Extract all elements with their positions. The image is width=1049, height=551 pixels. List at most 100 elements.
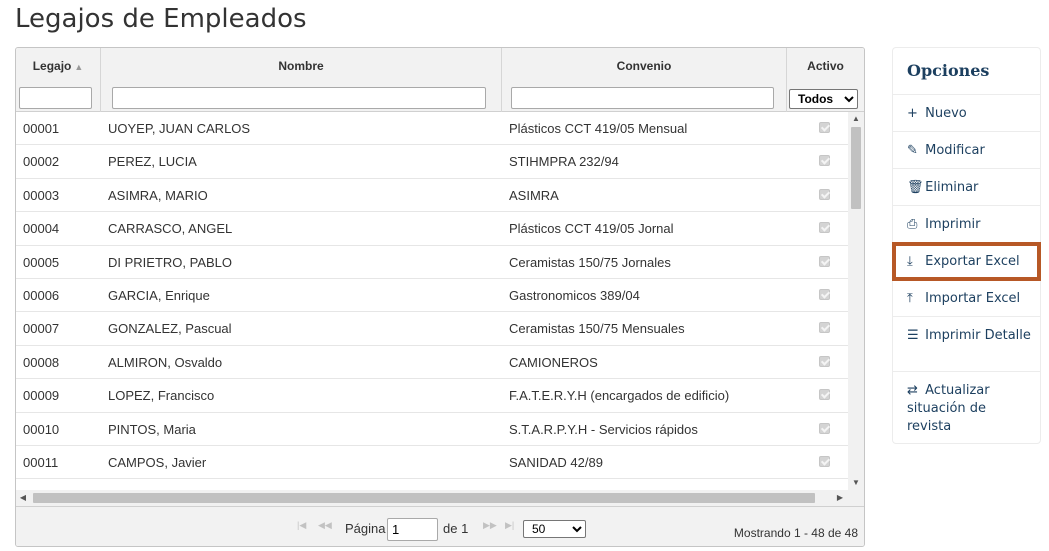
next-page-icon[interactable]: ▶▶ xyxy=(483,520,497,531)
cell-convenio: Ceramistas 150/75 Mensuales xyxy=(509,321,685,337)
table-row[interactable]: 00003 ASIMRA, MARIO ASIMRA xyxy=(16,179,848,213)
page-count-label: de 1 xyxy=(443,521,469,536)
column-activo-title: Activo xyxy=(807,59,844,73)
cell-convenio: Plásticos CCT 419/05 Jornal xyxy=(509,221,674,237)
active-checkbox xyxy=(819,355,830,367)
cell-activo xyxy=(819,222,833,234)
cell-nombre: CARRASCO, ANGEL xyxy=(108,221,233,237)
option-label: Exportar Excel xyxy=(925,254,1020,269)
table-row[interactable]: 00005 DI PRIETRO, PABLO Ceramistas 150/75 … xyxy=(16,246,848,279)
page-title: Legajos de Empleados xyxy=(15,4,307,34)
active-checkbox xyxy=(819,122,830,133)
sort-icon[interactable]: ▲ xyxy=(74,62,83,72)
table-row[interactable]: 00006 GARCIA, Enrique Gastronomicos 389/04 xyxy=(16,279,848,313)
prev-page-icon[interactable]: ◀◀ xyxy=(318,520,332,531)
option-label: Imprimir Detalle xyxy=(925,328,1031,343)
cell-legajo: 00007 xyxy=(23,321,60,337)
cell-legajo: 00006 xyxy=(23,287,60,303)
scroll-down-icon[interactable]: ▼ xyxy=(848,476,864,490)
option-eliminar[interactable]: 🗑 Eliminar xyxy=(893,169,1040,206)
records-info: Mostrando 1 - 48 de 48 xyxy=(733,526,858,540)
first-page-icon[interactable]: |◀ xyxy=(297,520,306,531)
cell-activo xyxy=(819,355,833,367)
horizontal-scrollbar[interactable]: ◀ ▶ xyxy=(16,490,864,506)
table-row[interactable]: 00007 GONZALEZ, Pascual Ceramistas 150/75 … xyxy=(16,312,848,346)
table-row[interactable]: 00008 ALMIRON, Osvaldo CAMIONEROS xyxy=(16,346,848,380)
cell-nombre: ALMIRON, Osvaldo xyxy=(108,354,223,370)
vertical-scrollbar[interactable]: ▲ ▼ xyxy=(848,112,864,490)
cell-activo xyxy=(819,188,833,200)
download-icon: ⤓ xyxy=(907,254,913,269)
option-label: Modificar xyxy=(925,143,985,158)
scroll-left-icon[interactable]: ◀ xyxy=(16,490,30,506)
scroll-up-icon[interactable]: ▲ xyxy=(848,112,864,126)
page-label: Página xyxy=(345,521,386,536)
column-nombre[interactable]: Nombre xyxy=(101,48,502,112)
scroll-right-icon[interactable]: ▶ xyxy=(833,490,847,506)
cell-convenio: STIHMPRA 232/94 xyxy=(509,154,619,170)
grid-body: 00001 UOYEP, JUAN CARLOS Plásticos CCT 419… xyxy=(16,112,848,490)
cell-activo xyxy=(819,122,833,133)
active-checkbox xyxy=(819,288,830,300)
column-legajo[interactable]: Legajo ▲ xyxy=(16,48,101,112)
option-imprimir[interactable]: ⎙ Imprimir xyxy=(893,206,1040,243)
cell-activo xyxy=(819,422,833,434)
active-checkbox xyxy=(819,389,830,401)
table-row[interactable]: 00004 CARRASCO, ANGEL Plásticos CCT 419/05… xyxy=(16,212,848,246)
cell-nombre: PEREZ, LUCIA xyxy=(108,154,197,170)
column-convenio[interactable]: Convenio xyxy=(502,48,787,112)
active-checkbox xyxy=(819,255,830,267)
active-checkbox xyxy=(819,222,830,234)
filter-activo-select[interactable]: Todos xyxy=(789,89,858,109)
cell-nombre: LOPEZ, Francisco xyxy=(108,388,215,404)
option-label: Imprimir xyxy=(925,217,981,232)
active-checkbox xyxy=(819,455,830,467)
cell-activo xyxy=(819,155,833,167)
filter-convenio-input[interactable] xyxy=(511,87,774,109)
active-checkbox xyxy=(819,188,830,200)
table-row[interactable]: 00011 CAMPOS, Javier SANIDAD 42/89 xyxy=(16,446,848,480)
cell-convenio: ASIMRA xyxy=(509,187,559,203)
cell-convenio: S.T.A.R.P.Y.H - Servicios rápidos xyxy=(509,421,698,437)
cell-activo xyxy=(819,389,833,401)
option-imprimir-detalle[interactable]: ☰ Imprimir Detalle xyxy=(893,317,1040,372)
cell-nombre: CAMPOS, Javier xyxy=(108,454,207,470)
options-panel: Opciones + Nuevo ✎ Modificar 🗑 Eliminar ⎙ I… xyxy=(892,47,1041,444)
options-title: Opciones xyxy=(893,48,1040,95)
option-label: Nuevo xyxy=(925,106,967,121)
cell-nombre: GONZALEZ, Pascual xyxy=(108,321,232,337)
trash-icon: 🗑 xyxy=(907,180,924,195)
active-checkbox xyxy=(819,322,830,334)
table-row[interactable]: 00001 UOYEP, JUAN CARLOS Plásticos CCT 419… xyxy=(16,112,848,146)
pencil-icon: ✎ xyxy=(907,143,918,158)
list-icon: ☰ xyxy=(907,328,919,343)
cell-convenio: CAMIONEROS xyxy=(509,354,598,370)
filter-nombre-input[interactable] xyxy=(112,87,486,109)
table-row[interactable]: 00010 PINTOS, Maria S.T.A.R.P.Y.H - Servic… xyxy=(16,413,848,446)
horizontal-scroll-thumb[interactable] xyxy=(33,493,815,503)
vertical-scroll-thumb[interactable] xyxy=(851,127,861,209)
employees-grid: Legajo ▲ Nombre Convenio Activo Todos 000… xyxy=(15,47,865,547)
option-nuevo[interactable]: + Nuevo xyxy=(893,95,1040,132)
cell-legajo: 00005 xyxy=(23,254,60,270)
page-size-select[interactable]: 50 xyxy=(523,520,586,538)
upload-icon: ⤒ xyxy=(907,291,913,306)
page-number-input[interactable] xyxy=(387,518,438,541)
table-row[interactable]: 00002 PEREZ, LUCIA STIHMPRA 232/94 xyxy=(16,145,848,179)
filter-legajo-input[interactable] xyxy=(19,87,92,109)
column-activo[interactable]: Activo Todos xyxy=(787,48,864,112)
cell-activo xyxy=(819,322,833,334)
printer-icon: ⎙ xyxy=(907,217,918,232)
table-row[interactable]: 00009 LOPEZ, Francisco F.A.T.E.R.Y.H (enca… xyxy=(16,379,848,413)
last-page-icon[interactable]: ▶| xyxy=(505,520,514,531)
cell-legajo: 00003 xyxy=(23,187,60,203)
option-importar-excel[interactable]: ⤒ Importar Excel xyxy=(893,280,1040,317)
cell-legajo: 00001 xyxy=(23,121,60,136)
option-exportar-excel[interactable]: ⤓ Exportar Excel xyxy=(892,242,1041,281)
option-modificar[interactable]: ✎ Modificar xyxy=(893,132,1040,169)
cell-convenio: Gastronomicos 389/04 xyxy=(509,287,640,303)
cell-nombre: UOYEP, JUAN CARLOS xyxy=(108,121,251,136)
option-actualizar-situación-de-revista[interactable]: ⇄ Actualizar situación de revista xyxy=(893,372,1040,446)
cell-activo xyxy=(819,455,833,467)
active-checkbox xyxy=(819,422,830,434)
